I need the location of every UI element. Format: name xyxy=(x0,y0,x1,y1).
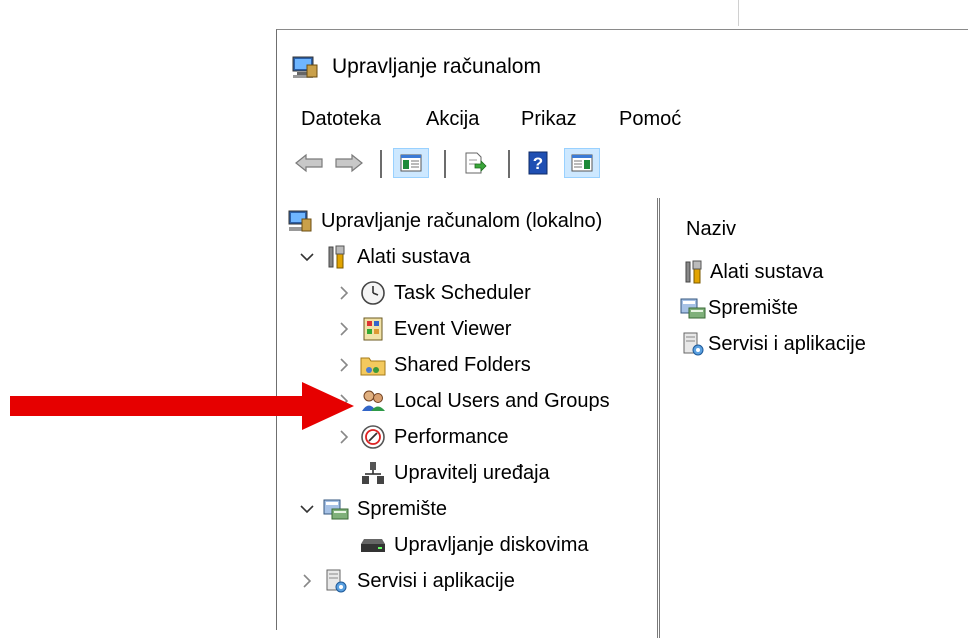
toolbar-separator xyxy=(444,150,446,178)
export-list-button[interactable] xyxy=(457,148,493,178)
column-header-naziv[interactable]: Naziv xyxy=(686,218,736,241)
chevron-down-icon[interactable] xyxy=(297,247,317,267)
toolbar-separator xyxy=(380,150,382,178)
help-button[interactable]: ? xyxy=(520,148,556,178)
detail-item-spremiste[interactable]: Spremište xyxy=(680,292,798,324)
tree-item-task-scheduler[interactable]: Task Scheduler xyxy=(334,276,531,310)
tree-item-label: Performance xyxy=(394,425,509,448)
chevron-right-icon[interactable] xyxy=(334,427,354,447)
tree-item-label: Shared Folders xyxy=(394,353,531,376)
menu-pomoc[interactable]: Pomoć xyxy=(619,106,681,133)
tree-item-label: Local Users and Groups xyxy=(394,389,610,412)
menu-bar: Datoteka Akcija Prikaz Pomoć xyxy=(277,100,968,140)
tree-item-label: Spremište xyxy=(357,497,448,520)
menu-akcija[interactable]: Akcija xyxy=(426,106,479,133)
tree-item-label: Upravljanje diskovima xyxy=(394,533,589,556)
chevron-right-icon[interactable] xyxy=(334,283,354,303)
tree-item-performance[interactable]: Performance xyxy=(334,420,509,454)
forward-arrow-icon xyxy=(335,153,363,173)
menu-datoteka[interactable]: Datoteka xyxy=(301,106,381,133)
tools-icon xyxy=(680,259,706,285)
disk-icon xyxy=(360,532,386,558)
tree-item-upravljanje-diskovima[interactable]: Upravljanje diskovima xyxy=(360,528,589,562)
toolbar-separator xyxy=(508,150,510,178)
tree-item-label: Servisi i aplikacije xyxy=(357,569,515,592)
chevron-right-icon[interactable] xyxy=(334,391,354,411)
show-hide-tree-button[interactable] xyxy=(393,148,429,178)
forward-button[interactable] xyxy=(331,148,367,178)
back-button[interactable] xyxy=(291,148,327,178)
services-icon xyxy=(323,568,349,594)
clock-icon xyxy=(360,280,386,306)
details-pane: Naziv Alati sustava Spremište Servisi i … xyxy=(659,198,968,638)
performance-icon xyxy=(360,424,386,450)
chevron-right-icon[interactable] xyxy=(297,571,317,591)
toolbar: ? xyxy=(277,142,968,184)
computer-management-icon xyxy=(287,208,313,234)
tree-item-label: Upravljanje računalom (lokalno) xyxy=(321,209,603,232)
tree-item-event-viewer[interactable]: Event Viewer xyxy=(334,312,511,346)
tree-item-servisi-i-aplikacije[interactable]: Servisi i aplikacije xyxy=(297,564,515,598)
detail-item-alati-sustava[interactable]: Alati sustava xyxy=(680,256,823,288)
chevron-right-icon[interactable] xyxy=(334,319,354,339)
tree-item-alati-sustava[interactable]: Alati sustava xyxy=(297,240,470,274)
tree-item-label: Event Viewer xyxy=(394,317,512,340)
shared-folder-icon xyxy=(360,352,386,378)
tree-root[interactable]: Upravljanje računalom (lokalno) xyxy=(287,204,602,238)
tree-item-label: Task Scheduler xyxy=(394,281,531,304)
tree-item-label: Upravitelj uređaja xyxy=(394,461,550,484)
computer-management-icon xyxy=(291,55,319,79)
storage-icon xyxy=(323,496,349,522)
content-panes: Upravljanje računalom (lokalno) Alati su… xyxy=(277,198,968,638)
svg-text:?: ? xyxy=(533,154,543,173)
chevron-down-icon[interactable] xyxy=(297,499,317,519)
show-hide-action-pane-icon xyxy=(571,154,593,172)
storage-icon xyxy=(680,295,706,321)
console-tree: Upravljanje računalom (lokalno) Alati su… xyxy=(277,198,658,638)
detail-item-label: Alati sustava xyxy=(710,260,824,283)
tree-item-label: Alati sustava xyxy=(357,245,471,268)
device-manager-icon xyxy=(360,460,386,486)
window-title: Upravljanje računalom xyxy=(332,55,541,78)
tools-icon xyxy=(323,244,349,270)
back-arrow-icon xyxy=(295,153,323,173)
tree-item-spremiste[interactable]: Spremište xyxy=(297,492,447,526)
event-viewer-icon xyxy=(360,316,386,342)
export-list-icon xyxy=(465,152,487,174)
tree-item-local-users-and-groups[interactable]: Local Users and Groups xyxy=(334,384,610,418)
menu-prikaz[interactable]: Prikaz xyxy=(521,106,577,133)
computer-management-window: Upravljanje računalom Datoteka Akcija Pr… xyxy=(276,29,968,638)
show-hide-action-pane-button[interactable] xyxy=(564,148,600,178)
title-bar[interactable]: Upravljanje računalom xyxy=(277,30,968,100)
users-icon xyxy=(360,388,386,414)
help-icon: ? xyxy=(528,151,548,175)
detail-item-label: Servisi i aplikacije xyxy=(708,332,866,355)
show-hide-console-tree-icon xyxy=(400,154,422,172)
tree-item-upravitelj-uredaja[interactable]: Upravitelj uređaja xyxy=(360,456,550,490)
services-icon xyxy=(680,331,706,357)
background-divider xyxy=(738,0,739,26)
detail-item-servisi-i-aplikacije[interactable]: Servisi i aplikacije xyxy=(680,328,866,360)
detail-item-label: Spremište xyxy=(708,296,799,319)
chevron-right-icon[interactable] xyxy=(334,355,354,375)
tree-item-shared-folders[interactable]: Shared Folders xyxy=(334,348,531,382)
